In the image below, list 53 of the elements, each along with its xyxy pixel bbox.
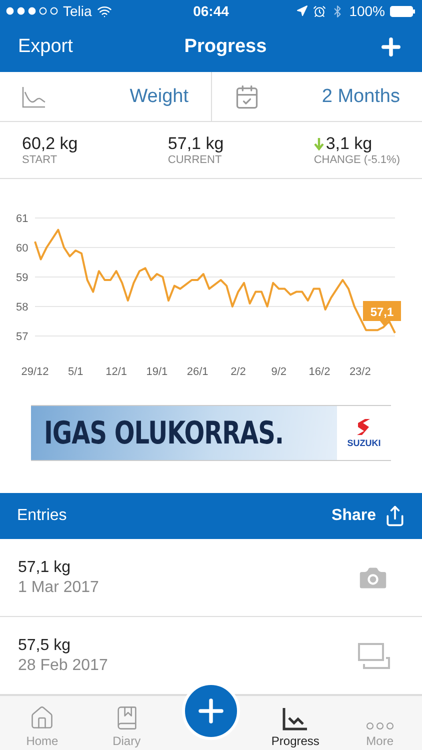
axis-label: 19/1 <box>146 366 168 378</box>
tab[interactable]: More <box>338 696 422 750</box>
entry-date: 1 Mar 2017 <box>18 578 99 596</box>
share-icon <box>384 505 406 527</box>
alarm-icon <box>313 4 326 18</box>
clock: 06:44 <box>193 3 229 19</box>
ad-headline: IGAS OLUKORRAS. <box>44 414 284 452</box>
calendar-icon <box>234 84 260 110</box>
stat-label: CURRENT <box>168 154 223 166</box>
export-button[interactable]: Export <box>18 36 73 58</box>
entry-weight: 57,1 kg <box>18 558 72 576</box>
battery-percent: 100% <box>349 3 385 19</box>
axis-label: 16/2 <box>308 366 330 378</box>
stat-label: CHANGE (-5.1%) <box>314 154 400 166</box>
chart-icon <box>22 86 46 108</box>
down-arrow-icon <box>314 138 324 150</box>
share-button[interactable]: Share <box>332 505 406 527</box>
ad-brand: SUZUKI <box>347 438 381 448</box>
carrier-name: Telia <box>63 3 92 19</box>
axis-label: 26/1 <box>186 366 208 378</box>
battery-icon <box>390 6 416 16</box>
section-title: Entries <box>17 507 67 525</box>
entry-date: 28 Feb 2017 <box>18 656 108 674</box>
selector-value[interactable]: 2 Months <box>322 86 400 108</box>
axis-label: 23/2 <box>349 366 371 378</box>
more-icon <box>366 721 394 731</box>
axis-label: 12/1 <box>106 366 127 378</box>
screen-title: Progress <box>184 36 267 58</box>
stat-label: START <box>22 154 58 166</box>
wifi-icon <box>96 4 112 18</box>
axis-label: 57 <box>16 331 28 343</box>
signal-icon <box>6 7 58 15</box>
axis-label: 2/2 <box>230 366 246 378</box>
annotation: 57,1 <box>370 305 394 320</box>
axis-label: 5/1 <box>68 366 84 378</box>
tab[interactable]: Progress <box>253 696 338 750</box>
entry-weight: 57,5 kg <box>18 636 72 654</box>
home-icon <box>29 705 56 731</box>
chart-icon <box>282 707 308 731</box>
value-callout: 57,1 <box>363 301 401 326</box>
tab[interactable]: Home <box>0 696 84 750</box>
axis-label: 59 <box>16 272 28 284</box>
stat-value: 57,1 kg <box>168 134 225 154</box>
selector-value[interactable]: Weight <box>130 86 188 108</box>
location-icon <box>296 5 308 17</box>
stat-value: 3,1 kg <box>326 134 372 154</box>
tab[interactable]: Diary <box>84 696 169 750</box>
axis-label: 9/2 <box>271 366 287 378</box>
axis-label: 29/12 <box>21 366 49 378</box>
axis-label: 61 <box>16 213 28 225</box>
axis-label: 58 <box>16 302 28 314</box>
stat-value: 60,2 kg <box>22 134 79 154</box>
axis-label: 60 <box>16 242 28 254</box>
